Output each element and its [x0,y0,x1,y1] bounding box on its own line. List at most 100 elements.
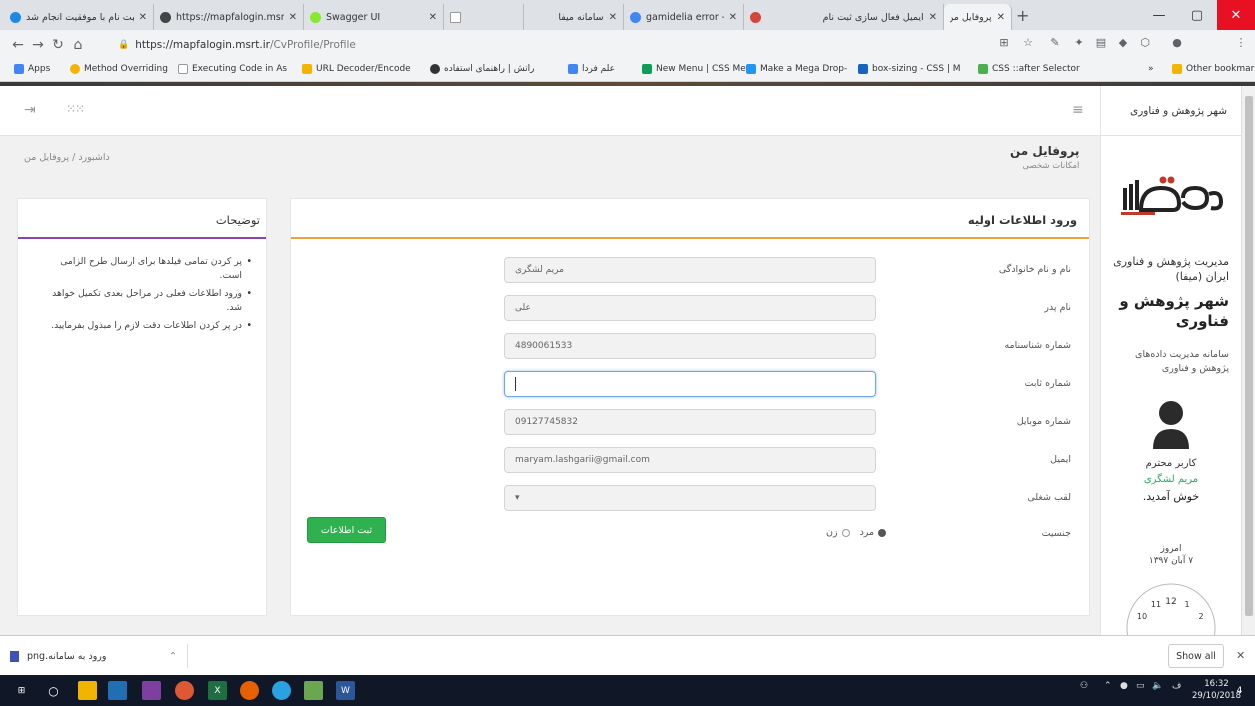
close-tab-icon[interactable]: ✕ [139,12,147,23]
new-tab-icon[interactable]: + [1016,6,1029,25]
submit-button[interactable]: ثبت اطلاعات [307,517,386,543]
gender-male-radio[interactable]: مرد [860,527,887,538]
bookmarks-bar: Apps Method Overriding Executing Code in… [0,60,1255,82]
analog-clock-icon: 12 11 1 10 2 [1126,583,1216,635]
notifications-icon[interactable]: 4 [1230,681,1249,700]
sidebar-header[interactable]: شهر پژوهش و فناوری [1101,86,1241,136]
extension-icon[interactable]: ⬡ [1136,36,1154,54]
browser-tab[interactable]: سامانه میفا ✕ [524,4,624,30]
volume-icon[interactable]: 🔈 [1152,681,1163,691]
profile-icon[interactable]: ● [1168,36,1186,54]
email-input[interactable]: maryam.lashgarii@gmail.com [504,447,876,473]
form-row-gender: جنسیت مرد زن [291,525,1091,545]
mobile-input[interactable]: 09127745832 [504,409,876,435]
url-field[interactable]: 🔒 https://mapfalogin.msrt.ir/CvProfile/P… [118,35,688,55]
telegram-icon[interactable] [272,681,291,700]
svg-text:10: 10 [1137,612,1147,621]
home-icon[interactable]: ⌂ [68,37,88,53]
folder-icon [1172,64,1182,74]
landline-input[interactable] [504,371,876,397]
word-icon[interactable]: W [336,681,355,700]
logout-icon[interactable]: ⇥ [24,102,36,118]
bookmark-favicon-icon [568,64,578,74]
bookmark-item[interactable]: Make a Mega Drop- [746,64,847,74]
gender-female-radio[interactable]: زن [826,527,850,538]
browser-tab[interactable]: ایمیل فعال سازی ثبت نام ✕ [744,4,944,30]
hamburger-menu-icon[interactable]: ≡ [1072,102,1084,118]
windows-start-icon[interactable]: ⊞ [12,681,31,700]
close-tab-icon[interactable]: ✕ [429,12,437,23]
bookmark-item[interactable]: راتش | راهنمای استفاده [430,64,535,74]
notes-card: توضیحات پر کردن تمامی فیلدها برای ارسال … [17,198,267,616]
app-icon[interactable] [108,681,127,700]
back-arrow-icon[interactable]: ← [8,37,28,53]
people-icon[interactable]: ⚇ [1080,681,1088,691]
tray-overflow-icon[interactable]: ⌃ [1104,681,1112,691]
bookmark-item[interactable]: Apps [14,64,50,74]
forward-arrow-icon[interactable]: → [28,37,48,53]
close-tab-icon[interactable]: ✕ [729,12,737,23]
bookmarks-overflow[interactable]: » [1148,64,1154,74]
browser-tab[interactable]: https://mapfalogin.msrt.ir ✕ [154,4,304,30]
close-window-icon[interactable]: ✕ [1217,0,1255,30]
page-icon [178,64,188,74]
windows-taskbar: ⊞ ○ X W ⚇ ⌃ ● ▭ 🔈 ف 16:32 29/10/2018 4 [0,675,1255,706]
top-navbar: ⇥ ⁙⁙ ≡ [0,86,1100,136]
swagger-favicon-icon [310,11,321,23]
chevron-up-icon[interactable]: ⌃ [169,651,177,662]
search-icon[interactable]: ○ [44,681,63,700]
scrollbar-thumb[interactable] [1245,96,1253,616]
fullname-input[interactable]: مریم لشگری [504,257,876,283]
battery-icon[interactable]: ▭ [1136,681,1145,691]
org-name: مدیریت پژوهش و فناوری ایران (میفا) [1113,255,1229,283]
file-explorer-icon[interactable] [78,681,97,700]
close-tab-icon[interactable]: ✕ [289,12,297,23]
close-tab-icon[interactable]: ✕ [997,12,1005,23]
bookmark-item[interactable]: CSS ::after Selector [978,64,1080,74]
bookmark-item[interactable]: box-sizing - CSS | M [858,64,961,74]
bookmark-item[interactable]: New Menu | CSS Men [642,64,752,74]
show-all-button[interactable]: Show all [1168,644,1224,668]
id-number-input[interactable]: 4890061533 [504,333,876,359]
breadcrumb[interactable]: داشبورد / پروفایل من [24,152,110,163]
visual-studio-icon[interactable] [142,681,161,700]
browser-tab[interactable]: gamidelia error - Google ✕ [624,4,744,30]
apps-grid-icon[interactable]: ⁙⁙ [66,102,85,116]
translate-icon[interactable]: ⊞ [995,36,1013,54]
father-name-input[interactable]: علی [504,295,876,321]
close-tab-icon[interactable]: ✕ [929,12,937,23]
extension-icon[interactable]: ◆ [1114,36,1132,54]
menu-kebab-icon[interactable]: ⋮ [1232,36,1250,54]
star-bookmark-icon[interactable]: ☆ [1019,36,1037,54]
svg-text:2: 2 [1198,612,1203,621]
close-downloads-icon[interactable]: ✕ [1236,649,1245,662]
page-title-block: پروفایل من امکانات شخصی [1010,144,1079,171]
browser-tab[interactable]: Swagger UI ✕ [304,4,444,30]
excel-icon[interactable]: X [208,681,227,700]
notes-list: پر کردن تمامی فیلدها برای ارسال طرح الزا… [47,255,252,337]
language-icon[interactable]: ف [1172,681,1181,691]
maximize-icon[interactable]: ▢ [1178,0,1216,30]
browser-tab[interactable]: ثبت نام با موفقیت انجام شد ✕ [4,4,154,30]
job-title-select[interactable]: ▾ [504,485,876,511]
other-bookmarks[interactable]: Other bookmarks [1172,64,1255,74]
extension-icon[interactable]: ✎ [1046,36,1064,54]
network-icon[interactable]: ● [1120,681,1128,691]
close-tab-icon[interactable]: ✕ [609,12,617,23]
bookmark-item[interactable]: Method Overriding [70,64,168,74]
reload-icon[interactable]: ↻ [48,37,68,53]
minimize-icon[interactable]: — [1140,0,1178,30]
radio-checked-icon [878,528,887,537]
bookmark-item[interactable]: Executing Code in As [178,64,287,74]
app-icon[interactable] [304,681,323,700]
vertical-scrollbar[interactable] [1241,86,1255,635]
bookmark-item[interactable]: علم فردا [568,64,615,74]
extension-icon[interactable]: ▤ [1092,36,1110,54]
download-item[interactable]: ورود به سامانه.png ⌃ [10,644,188,668]
chrome-icon[interactable] [175,681,194,700]
firefox-icon[interactable] [240,681,259,700]
bookmark-item[interactable]: URL Decoder/Encode [302,64,411,74]
browser-tab-active[interactable]: پروفایل من ✕ [944,4,1012,30]
extension-icon[interactable]: ✦ [1070,36,1088,54]
browser-tab[interactable] [444,4,524,30]
